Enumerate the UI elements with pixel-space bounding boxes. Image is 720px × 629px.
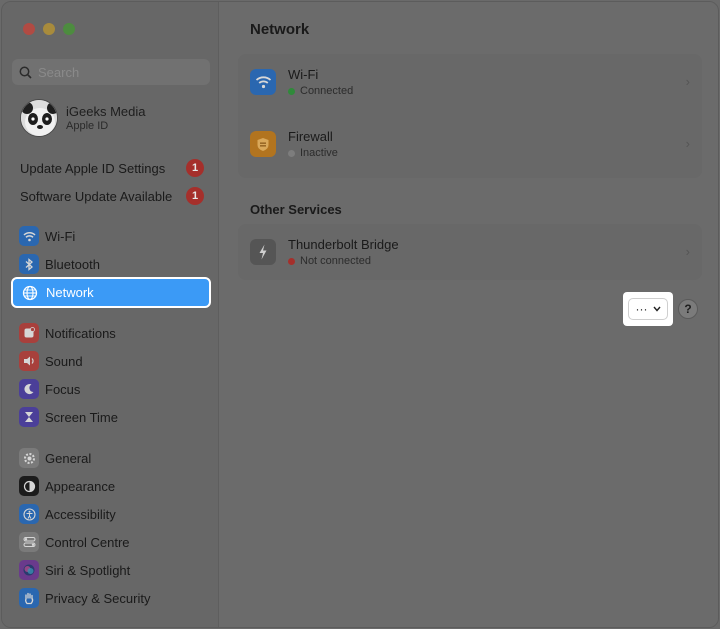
traffic-lights <box>23 23 75 35</box>
gear-icon <box>19 448 39 468</box>
avatar <box>20 99 58 137</box>
sidebar-item-label: Sound <box>45 353 83 369</box>
zoom-button[interactable] <box>63 23 75 35</box>
sidebar-item-label: Control Centre <box>45 534 130 550</box>
service-status: Not connected <box>288 255 399 267</box>
appearance-icon <box>19 476 39 496</box>
sidebar-item-screen-time[interactable]: Screen Time <box>12 404 210 430</box>
sidebar-item-network[interactable]: Network <box>11 277 211 308</box>
other-services-card: Thunderbolt Bridge Not connected › <box>238 224 702 280</box>
sidebar-item-label: Privacy & Security <box>45 590 151 606</box>
services-card: Wi-Fi Connected › Firewall Inactive › <box>238 54 702 178</box>
hourglass-icon <box>19 407 39 427</box>
sidebar-item-label: Network <box>46 285 94 300</box>
service-name: Thunderbolt Bridge <box>288 237 399 252</box>
service-name: Firewall <box>288 129 333 144</box>
account-name: iGeeks Media <box>66 104 146 119</box>
status-dot <box>288 87 295 95</box>
sidebar-item-label: Screen Time <box>45 409 118 425</box>
search-icon <box>19 66 32 79</box>
service-status: Connected <box>288 85 353 97</box>
account-subtitle: Apple ID <box>66 120 109 132</box>
firewall-icon <box>250 131 276 157</box>
status-dot <box>288 149 295 157</box>
sidebar-item-sound[interactable]: Sound <box>12 348 210 374</box>
service-status-text: Inactive <box>300 147 338 159</box>
control-centre-icon <box>19 532 39 552</box>
chevron-right-icon: › <box>685 136 690 151</box>
chevron-right-icon: › <box>685 74 690 89</box>
sidebar-item-label: Focus <box>45 381 81 397</box>
wifi-icon <box>250 69 276 95</box>
sidebar-item-label: Siri & Spotlight <box>45 562 131 578</box>
sidebar-item-focus[interactable]: Focus <box>12 376 210 402</box>
speaker-icon <box>19 351 39 371</box>
notification-badge: 1 <box>186 159 204 177</box>
settings-window: Search iGeeks Media Apple ID Update Appl… <box>1 1 719 628</box>
sidebar-item-privacy-security[interactable]: Privacy & Security <box>12 585 210 611</box>
main-pane: Network Wi-Fi Connected › Firewall Inact <box>220 2 718 627</box>
sidebar-item-wifi[interactable]: Wi-Fi <box>12 223 210 249</box>
status-dot <box>288 257 295 265</box>
service-row-thunderbolt-bridge[interactable]: Thunderbolt Bridge Not connected › <box>238 224 702 280</box>
sidebar-item-label: Accessibility <box>45 506 116 522</box>
more-actions-button[interactable]: ··· <box>628 298 668 320</box>
help-button[interactable]: ? <box>678 299 698 319</box>
search-placeholder: Search <box>38 64 80 80</box>
chevron-right-icon: › <box>685 244 690 259</box>
notice-label: Software Update Available <box>20 188 173 204</box>
sidebar-item-control-centre[interactable]: Control Centre <box>12 529 210 555</box>
notice-label: Update Apple ID Settings <box>20 160 166 176</box>
sidebar-item-notifications[interactable]: Notifications <box>12 320 210 346</box>
accessibility-icon <box>19 504 39 524</box>
sidebar-item-label: Wi-Fi <box>45 228 76 244</box>
notice-software-update[interactable]: Software Update Available 1 <box>20 185 204 207</box>
hand-icon <box>19 588 39 608</box>
sidebar-item-label: Notifications <box>45 325 116 341</box>
bell-icon <box>19 323 39 343</box>
service-name: Wi-Fi <box>288 67 319 82</box>
service-status-text: Not connected <box>300 255 371 267</box>
siri-icon <box>19 560 39 580</box>
sidebar-item-label: Appearance <box>45 478 116 494</box>
section-title-other-services: Other Services <box>250 202 342 217</box>
sidebar-item-bluetooth[interactable]: Bluetooth <box>12 251 210 277</box>
service-status: Inactive <box>288 147 338 159</box>
search-field[interactable]: Search <box>12 59 210 85</box>
service-row-firewall[interactable]: Firewall Inactive › <box>238 116 702 172</box>
notification-badge: 1 <box>186 187 204 205</box>
sidebar-item-accessibility[interactable]: Accessibility <box>12 501 210 527</box>
close-button[interactable] <box>23 23 35 35</box>
wifi-icon <box>19 226 39 246</box>
bluetooth-icon <box>19 254 39 274</box>
sidebar-item-general[interactable]: General <box>12 445 210 471</box>
notice-update-apple-id[interactable]: Update Apple ID Settings 1 <box>20 157 204 179</box>
more-actions-highlight: ··· <box>623 292 673 326</box>
sidebar: Search iGeeks Media Apple ID Update Appl… <box>2 2 219 627</box>
sidebar-item-siri-spotlight[interactable]: Siri & Spotlight <box>12 557 210 583</box>
sidebar-item-appearance[interactable]: Appearance <box>12 473 210 499</box>
minimize-button[interactable] <box>43 23 55 35</box>
service-status-text: Connected <box>300 85 354 97</box>
ellipsis-icon: ··· <box>635 302 648 316</box>
sidebar-item-label: Bluetooth <box>45 256 100 272</box>
thunderbolt-icon <box>250 239 276 265</box>
service-row-wifi[interactable]: Wi-Fi Connected › <box>238 54 702 110</box>
apple-id-account[interactable]: iGeeks Media Apple ID <box>20 99 145 137</box>
globe-icon <box>20 282 40 303</box>
sidebar-item-label: General <box>45 450 92 466</box>
page-title: Network <box>250 21 310 38</box>
moon-icon <box>19 379 39 399</box>
chevron-down-icon <box>652 306 661 312</box>
